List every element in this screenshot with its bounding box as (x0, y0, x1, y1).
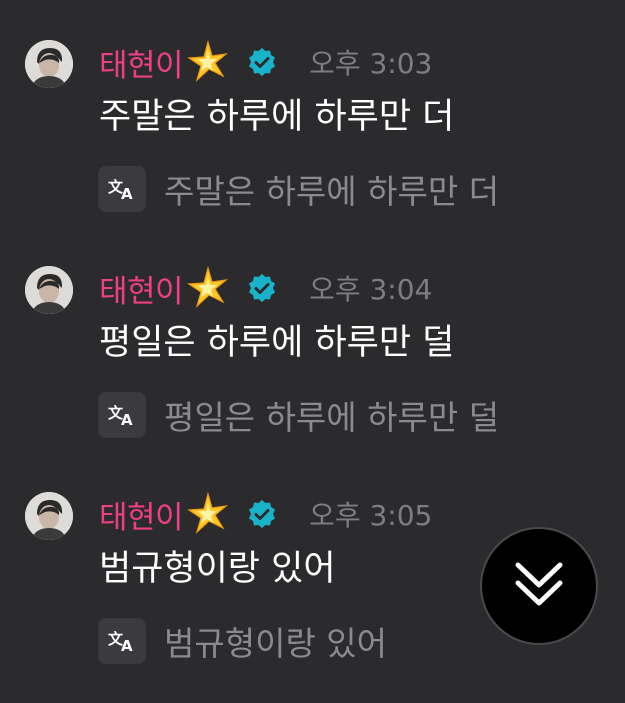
double-chevron-down-icon (512, 557, 566, 615)
verified-badge-icon (247, 47, 277, 77)
chat-message: 태현이 오후 3:03 주말은 하루에 하루만 더 文 A 주말은 하루에 하루… (0, 0, 625, 212)
chat-message-list: 태현이 오후 3:03 주말은 하루에 하루만 더 文 A 주말은 하루에 하루… (0, 0, 625, 703)
message-header: 태현이 오후 3:03 (99, 38, 432, 86)
translate-icon[interactable]: 文 A (98, 392, 146, 438)
message-timestamp: 오후 3:04 (309, 273, 433, 306)
sender-name[interactable]: 태현이 (99, 266, 184, 311)
translation-row: 文 A 평일은 하루에 하루만 덜 (98, 392, 499, 438)
translation-row: 文 A 범규형이랑 있어 (98, 618, 387, 664)
translated-text: 범규형이랑 있어 (164, 624, 388, 663)
avatar[interactable] (25, 492, 73, 540)
chat-message: 태현이 오후 3:04 평일은 하루에 하루만 덜 文 A 평일은 하루에 하루… (0, 226, 625, 438)
message-text[interactable]: 평일은 하루에 하루만 덜 (99, 318, 454, 368)
translated-text: 주말은 하루에 하루만 더 (164, 172, 500, 211)
verified-badge-icon (247, 499, 277, 529)
avatar[interactable] (25, 266, 73, 314)
svg-text:A: A (121, 411, 133, 428)
sender-name[interactable]: 태현이 (99, 40, 184, 85)
translation-row: 文 A 주말은 하루에 하루만 더 (98, 166, 499, 212)
translate-icon[interactable]: 文 A (98, 166, 146, 212)
verified-badge-icon (247, 273, 277, 303)
sender-name[interactable]: 태현이 (99, 492, 184, 537)
message-text[interactable]: 주말은 하루에 하루만 더 (99, 92, 454, 142)
scroll-to-bottom-button[interactable] (480, 527, 598, 645)
message-text[interactable]: 범규형이랑 있어 (99, 544, 336, 594)
svg-text:A: A (121, 637, 133, 654)
translated-text: 평일은 하루에 하루만 덜 (164, 398, 500, 437)
message-timestamp: 오후 3:03 (309, 47, 433, 80)
svg-text:A: A (121, 185, 133, 202)
sparkle-star-icon (185, 491, 231, 537)
sparkle-star-icon (185, 265, 231, 311)
translate-icon[interactable]: 文 A (98, 618, 146, 664)
avatar[interactable] (25, 40, 73, 88)
message-timestamp: 오후 3:05 (309, 499, 433, 532)
sparkle-star-icon (185, 39, 231, 85)
message-header: 태현이 오후 3:05 (99, 490, 432, 538)
message-header: 태현이 오후 3:04 (99, 264, 432, 312)
